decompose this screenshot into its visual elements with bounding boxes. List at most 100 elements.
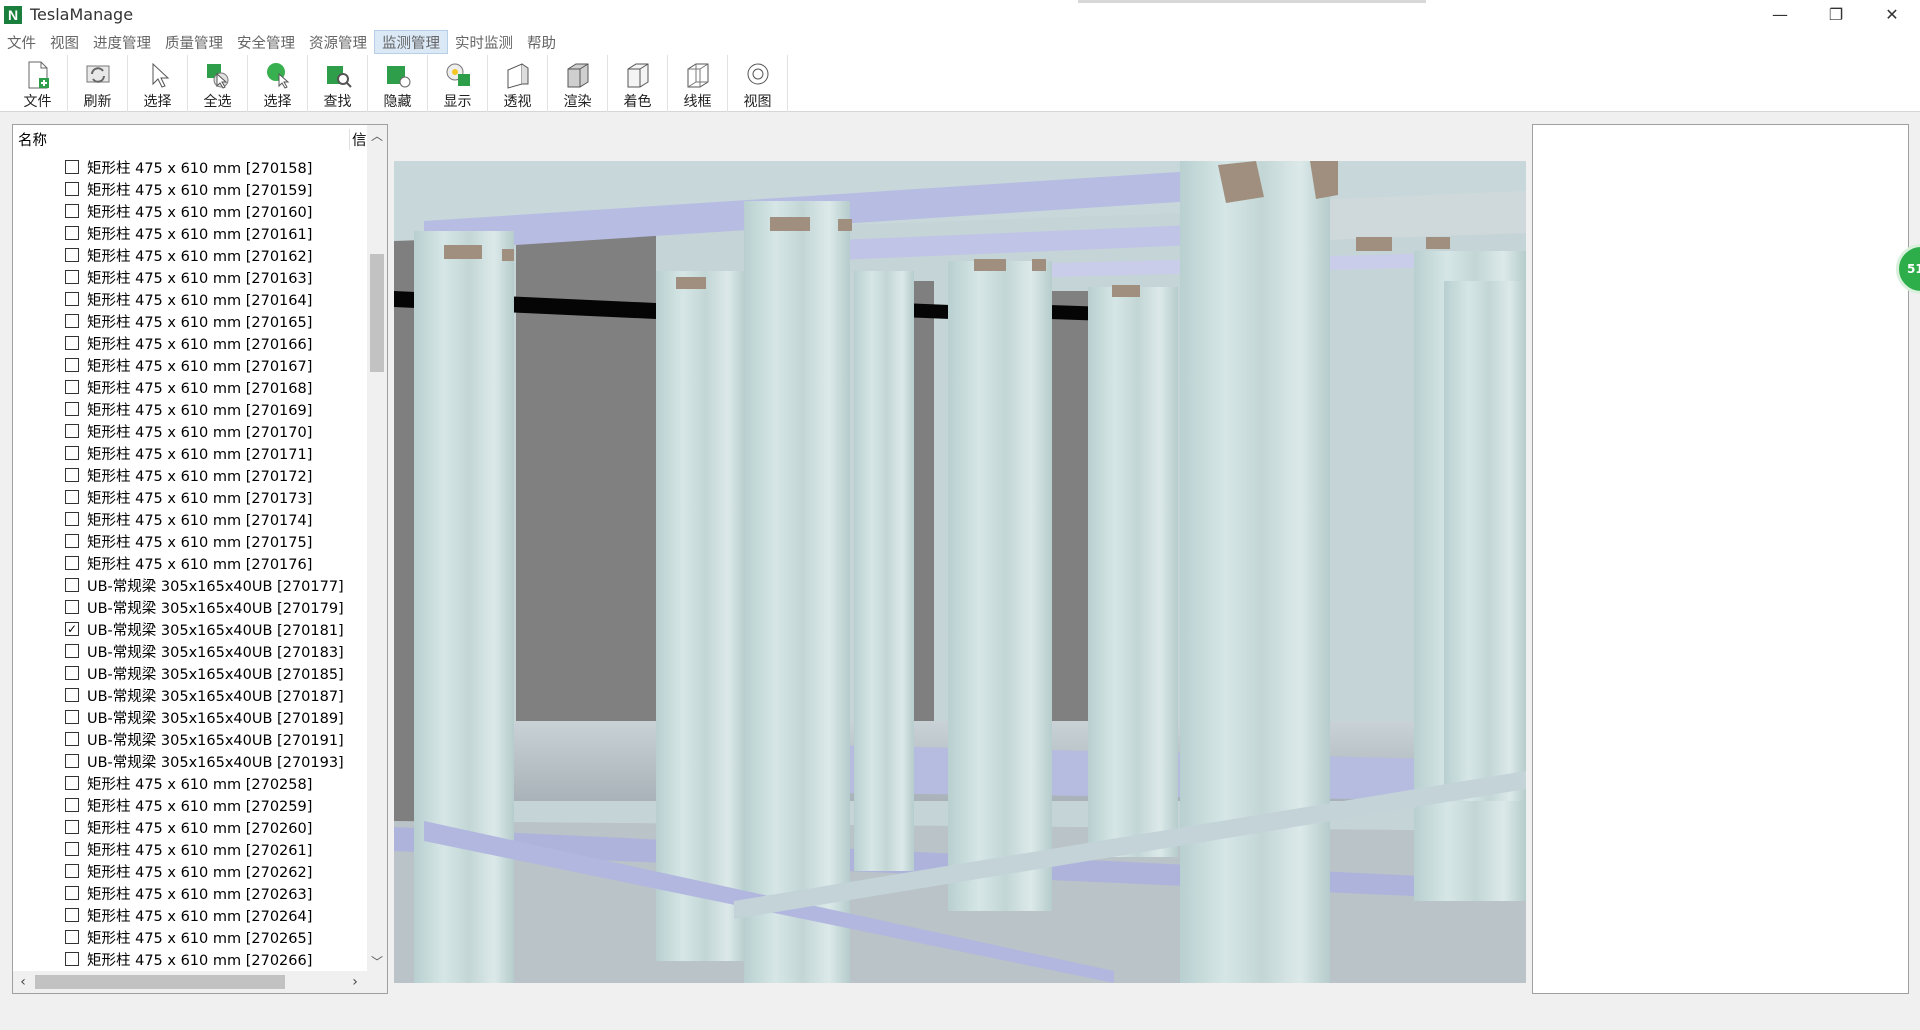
tool-shade[interactable]: 着色 (608, 55, 668, 112)
tree-item-checkbox[interactable] (65, 182, 79, 196)
tree-item-checkbox[interactable] (65, 930, 79, 944)
tree-item[interactable]: ✓ UB-常规梁 305x165x40UB [270181] (13, 618, 367, 640)
menu-quality[interactable]: 质量管理 (158, 30, 230, 54)
menu-progress[interactable]: 进度管理 (86, 30, 158, 54)
tree-item[interactable]: UB-常规梁 305x165x40UB [270193] (13, 750, 367, 772)
tree-item[interactable]: 矩形柱 475 x 610 mm [270258] (13, 772, 367, 794)
tree-item[interactable]: UB-常规梁 305x165x40UB [270185] (13, 662, 367, 684)
tree-item[interactable]: 矩形柱 475 x 610 mm [270164] (13, 288, 367, 310)
tree-item[interactable]: UB-常规梁 305x165x40UB [270187] (13, 684, 367, 706)
scroll-up-icon[interactable]: ︿ (367, 125, 387, 145)
restore-button[interactable]: ❐ (1808, 0, 1864, 29)
tree-item-checkbox[interactable] (65, 314, 79, 328)
tree-item[interactable]: 矩形柱 475 x 610 mm [270262] (13, 860, 367, 882)
tree-item[interactable]: UB-常规梁 305x165x40UB [270177] (13, 574, 367, 596)
tree-item[interactable]: 矩形柱 475 x 610 mm [270174] (13, 508, 367, 530)
tree-item-checkbox[interactable] (65, 908, 79, 922)
tree-item-checkbox[interactable] (65, 886, 79, 900)
tree-item-checkbox[interactable] (65, 820, 79, 834)
tree-item[interactable]: 矩形柱 475 x 610 mm [270172] (13, 464, 367, 486)
tree-item[interactable]: 矩形柱 475 x 610 mm [270161] (13, 222, 367, 244)
tree-item-checkbox[interactable] (65, 512, 79, 526)
tool-show[interactable]: 显示 (428, 55, 488, 112)
tree-item-checkbox[interactable] (65, 534, 79, 548)
tree-item[interactable]: 矩形柱 475 x 610 mm [270261] (13, 838, 367, 860)
tree-item[interactable]: 矩形柱 475 x 610 mm [270266] (13, 948, 367, 970)
tree-item-checkbox[interactable] (65, 666, 79, 680)
tool-find[interactable]: 查找 (308, 55, 368, 112)
tree-item-checkbox[interactable] (65, 644, 79, 658)
tree-item-checkbox[interactable] (65, 952, 79, 966)
tree-item-checkbox[interactable] (65, 490, 79, 504)
tree-item[interactable]: 矩形柱 475 x 610 mm [270163] (13, 266, 367, 288)
tree-item[interactable]: 矩形柱 475 x 610 mm [270158] (13, 156, 367, 178)
tree-item[interactable]: 矩形柱 475 x 610 mm [270169] (13, 398, 367, 420)
menu-view[interactable]: 视图 (43, 30, 86, 54)
tree-item-checkbox[interactable] (65, 864, 79, 878)
tree-item[interactable]: UB-常规梁 305x165x40UB [270189] (13, 706, 367, 728)
tool-wireframe[interactable]: 线框 (668, 55, 728, 112)
tree-item-checkbox[interactable] (65, 336, 79, 350)
tree-item[interactable]: 矩形柱 475 x 610 mm [270264] (13, 904, 367, 926)
tree-item-checkbox[interactable] (65, 424, 79, 438)
tree-item[interactable]: UB-常规梁 305x165x40UB [270191] (13, 728, 367, 750)
tree-item[interactable]: 矩形柱 475 x 610 mm [270166] (13, 332, 367, 354)
menu-resource[interactable]: 资源管理 (302, 30, 374, 54)
tree-item-checkbox[interactable] (65, 776, 79, 790)
tree-item[interactable]: 矩形柱 475 x 610 mm [270159] (13, 178, 367, 200)
tree-item[interactable]: UB-常规梁 305x165x40UB [270183] (13, 640, 367, 662)
tree-item-checkbox[interactable] (65, 732, 79, 746)
tree-vertical-scrollbar[interactable]: ︿ ﹀ (367, 125, 387, 971)
tool-view[interactable]: 视图 (728, 55, 788, 112)
tree-item-checkbox[interactable] (65, 446, 79, 460)
tree-item[interactable]: 矩形柱 475 x 610 mm [270263] (13, 882, 367, 904)
tree-item-checkbox[interactable] (65, 226, 79, 240)
scroll-left-icon[interactable]: ‹ (13, 971, 33, 993)
tree-item-checkbox[interactable] (65, 600, 79, 614)
scroll-right-icon[interactable]: › (345, 971, 365, 993)
tree-item[interactable]: 矩形柱 475 x 610 mm [270260] (13, 816, 367, 838)
tree-item-checkbox[interactable] (65, 160, 79, 174)
tree-item-checkbox[interactable] (65, 380, 79, 394)
tree-item[interactable]: 矩形柱 475 x 610 mm [270175] (13, 530, 367, 552)
tree-item[interactable]: UB-常规梁 305x165x40UB [270179] (13, 596, 367, 618)
tool-select-all[interactable]: 全选 (188, 55, 248, 112)
tree-item-checkbox[interactable] (65, 248, 79, 262)
tool-refresh[interactable]: 刷新 (68, 55, 128, 112)
menu-realtime[interactable]: 实时监测 (448, 30, 520, 54)
tree-item[interactable]: 矩形柱 475 x 610 mm [270176] (13, 552, 367, 574)
tree-item[interactable]: 矩形柱 475 x 610 mm [270167] (13, 354, 367, 376)
menu-safety[interactable]: 安全管理 (230, 30, 302, 54)
tree-horizontal-scroll-thumb[interactable] (35, 975, 285, 989)
tree-item-checkbox[interactable] (65, 468, 79, 482)
tree-item-checkbox[interactable] (65, 688, 79, 702)
tree-item-checkbox[interactable] (65, 270, 79, 284)
tree-item-checkbox[interactable] (65, 578, 79, 592)
tree-item-checkbox[interactable] (65, 842, 79, 856)
tree-header-info[interactable]: 信 (349, 128, 367, 150)
close-button[interactable]: ✕ (1864, 0, 1920, 29)
tree-item[interactable]: 矩形柱 475 x 610 mm [270162] (13, 244, 367, 266)
tree-item-checkbox[interactable] (65, 402, 79, 416)
tree-item-checkbox[interactable] (65, 292, 79, 306)
minimize-button[interactable]: — (1752, 0, 1808, 29)
tool-select[interactable]: 选择 (128, 55, 188, 112)
tool-render[interactable]: 渲染 (548, 55, 608, 112)
tree-item-checkbox[interactable] (65, 204, 79, 218)
tool-hide[interactable]: 隐藏 (368, 55, 428, 112)
menu-monitoring[interactable]: 监测管理 (374, 30, 448, 54)
tool-new-file[interactable]: 文件 (8, 55, 68, 112)
tree-item-checkbox[interactable] (65, 754, 79, 768)
tree-item-checkbox[interactable] (65, 556, 79, 570)
scroll-down-icon[interactable]: ﹀ (367, 951, 387, 971)
tree-item[interactable]: 矩形柱 475 x 610 mm [270171] (13, 442, 367, 464)
tree-item-checkbox[interactable]: ✓ (65, 622, 79, 636)
tree-item[interactable]: 矩形柱 475 x 610 mm [270160] (13, 200, 367, 222)
tree-item-checkbox[interactable] (65, 710, 79, 724)
tree-item-checkbox[interactable] (65, 798, 79, 812)
tree-header-name[interactable]: 名称 (13, 129, 349, 150)
tree-item[interactable]: 矩形柱 475 x 610 mm [270168] (13, 376, 367, 398)
tool-perspective[interactable]: 透视 (488, 55, 548, 112)
menu-help[interactable]: 帮助 (520, 30, 563, 54)
tree-item-checkbox[interactable] (65, 358, 79, 372)
